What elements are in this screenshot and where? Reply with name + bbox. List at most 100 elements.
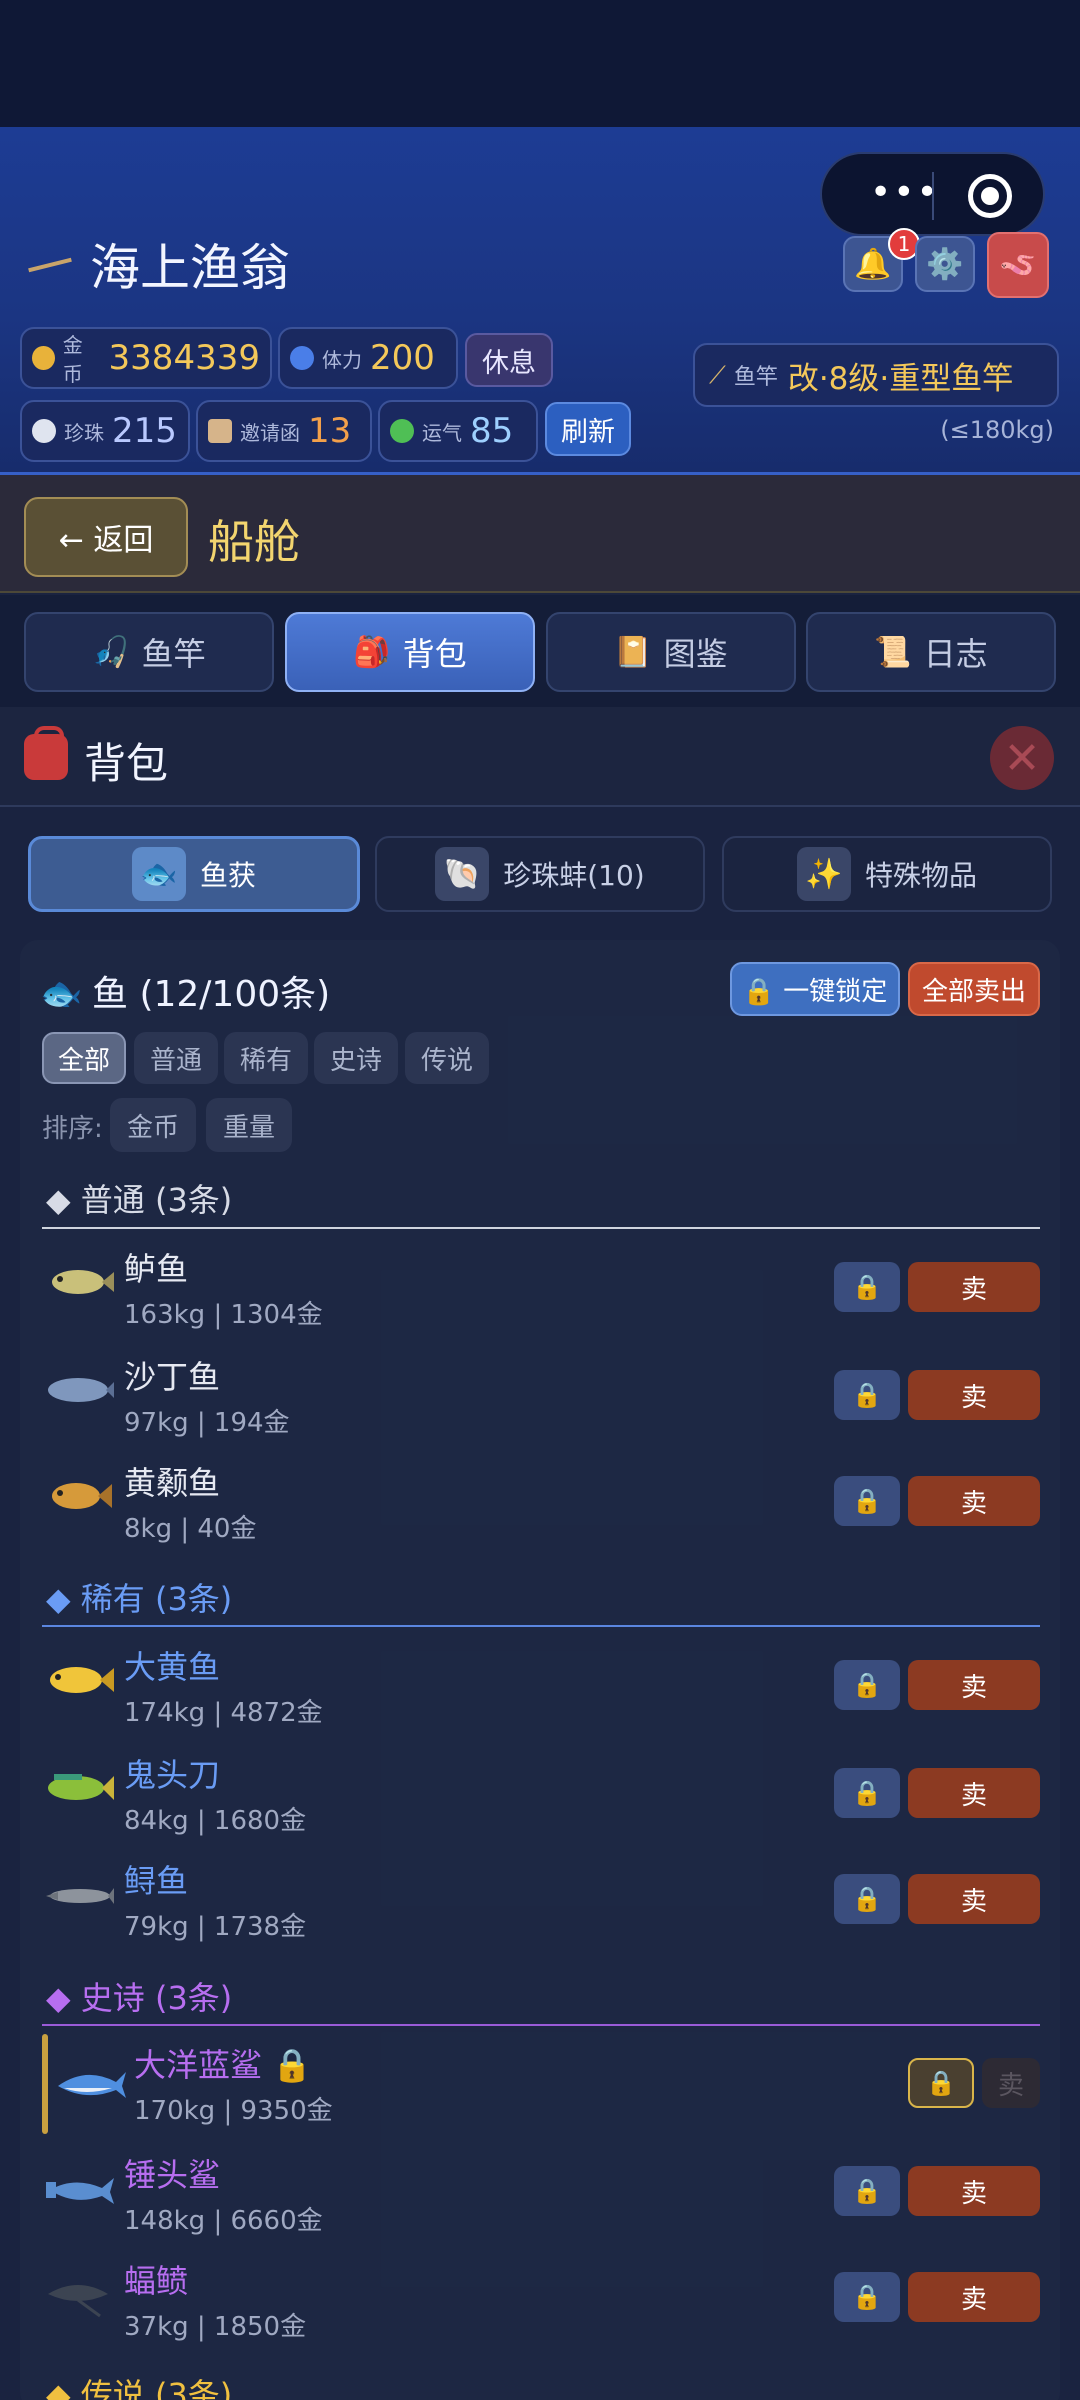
tab-log[interactable]: 📜 日志 xyxy=(806,612,1056,692)
more-dots-icon[interactable]: ••• xyxy=(870,172,940,213)
stamina-stat: 体力 200 xyxy=(278,327,458,389)
tab-rod[interactable]: 🎣 鱼竿 xyxy=(24,612,274,692)
filter-rare[interactable]: 稀有 xyxy=(224,1032,308,1084)
sturgeon-icon xyxy=(44,1874,114,1914)
lock-button[interactable]: 🔒 xyxy=(834,1874,900,1924)
gear-icon: ⚙️ xyxy=(926,246,964,282)
blue-shark-icon xyxy=(56,2062,126,2102)
fish-name: 沙丁鱼 xyxy=(124,1358,221,1396)
pearl-stat: 珍珠 215 xyxy=(20,400,190,462)
subtab-label: 珍珠蚌(10) xyxy=(503,859,645,892)
perch-icon xyxy=(44,1262,114,1302)
locked-indicator xyxy=(42,2034,48,2134)
backpack-icon xyxy=(24,726,68,780)
lock-icon: 🔒 xyxy=(852,1487,882,1515)
tab-backpack[interactable]: 🎒 背包 xyxy=(285,612,535,692)
fish-name: 鲈鱼 xyxy=(124,1250,189,1288)
yellow-catfish-icon xyxy=(44,1476,114,1516)
bait-button[interactable]: 🪱 xyxy=(987,232,1049,298)
fishing-rod-icon: 🎣 xyxy=(92,634,130,670)
fish-name: 锤头鲨 xyxy=(124,2156,221,2194)
lock-button-locked[interactable]: 🔒 xyxy=(908,2058,974,2108)
bell-icon: 🔔 xyxy=(854,246,892,282)
group-common-title: ◆ 普通 (3条) xyxy=(46,1181,233,1219)
page-title: 船舱 xyxy=(208,515,300,569)
lock-button[interactable]: 🔒 xyxy=(834,1476,900,1526)
lock-icon: 🔒 xyxy=(852,1885,882,1913)
filter-legendary[interactable]: 传说 xyxy=(405,1032,489,1084)
rod-info[interactable]: ⟋ 鱼竿 改·8级·重型鱼竿 xyxy=(693,343,1059,407)
settings-button[interactable]: ⚙️ xyxy=(915,236,975,292)
sell-button[interactable]: 卖 xyxy=(908,1262,1040,1312)
gold-stat: 金币 3384339 xyxy=(20,327,272,389)
manta-ray-icon xyxy=(44,2274,114,2318)
fish-name: 黄颡鱼 xyxy=(124,1464,221,1502)
lock-all-button[interactable]: 🔒 一键锁定 xyxy=(730,962,900,1016)
lock-button[interactable]: 🔒 xyxy=(834,2166,900,2216)
coin-icon xyxy=(32,346,55,370)
fish-icon: 🐟 xyxy=(131,847,186,901)
sell-all-button[interactable]: 全部卖出 xyxy=(908,962,1040,1016)
sell-button[interactable]: 卖 xyxy=(908,2166,1040,2216)
invite-value: 13 xyxy=(308,411,352,451)
sort-label: 排序: xyxy=(42,1114,103,1144)
lock-button[interactable]: 🔒 xyxy=(834,1768,900,1818)
rod-value: 改·8级·重型鱼竿 xyxy=(787,360,1014,397)
group-divider xyxy=(42,1625,1040,1627)
book-icon: 📔 xyxy=(614,634,652,670)
refresh-button[interactable]: 刷新 xyxy=(545,402,631,456)
filter-all[interactable]: 全部 xyxy=(42,1032,126,1084)
group-rare-title: ◆ 稀有 (3条) xyxy=(46,1580,233,1618)
rest-button[interactable]: 休息 xyxy=(465,333,553,387)
group-divider xyxy=(42,2024,1040,2026)
luck-value: 85 xyxy=(470,411,514,451)
close-button[interactable]: ✕ xyxy=(990,726,1054,790)
tab-label: 背包 xyxy=(402,635,467,673)
subtab-pearl-oyster[interactable]: 🐚 珍珠蚌(10) xyxy=(375,836,705,912)
lock-icon: 🔒 xyxy=(926,2069,956,2097)
fish-meta: 79kg | 1738金 xyxy=(124,1912,307,1942)
lock-icon: 🔒 xyxy=(852,2177,882,2205)
sell-button[interactable]: 卖 xyxy=(908,1660,1040,1710)
mini-program-capsule: ••• xyxy=(820,152,1045,236)
panel-title: 背包 xyxy=(84,739,169,788)
pearl-icon xyxy=(32,419,56,443)
filter-common[interactable]: 普通 xyxy=(134,1032,218,1084)
subtab-special-items[interactable]: ✨ 特殊物品 xyxy=(722,836,1052,912)
sell-button[interactable]: 卖 xyxy=(908,1768,1040,1818)
scroll-icon: 📜 xyxy=(874,634,912,670)
rod-capacity: (≤180kg) xyxy=(940,416,1054,444)
sell-button[interactable]: 卖 xyxy=(908,1370,1040,1420)
fish-meta: 174kg | 4872金 xyxy=(124,1698,323,1728)
shell-icon: 🐚 xyxy=(435,847,490,901)
gold-label: 金币 xyxy=(62,333,83,386)
filter-epic[interactable]: 史诗 xyxy=(314,1032,398,1084)
subtab-catch[interactable]: 🐟 鱼获 xyxy=(28,836,360,912)
fish-name: 大黄鱼 xyxy=(124,1648,221,1686)
lock-button[interactable]: 🔒 xyxy=(834,1370,900,1420)
tab-label: 日志 xyxy=(923,635,988,673)
mahi-mahi-icon xyxy=(44,1768,114,1808)
sort-gold-button[interactable]: 金币 xyxy=(110,1098,196,1152)
sell-button[interactable]: 卖 xyxy=(908,1476,1040,1526)
lock-icon: 🔒 xyxy=(852,1381,882,1409)
stamina-value: 200 xyxy=(370,338,435,378)
app-title-row: 海上渔翁 xyxy=(28,232,290,297)
sell-button-disabled[interactable]: 卖 xyxy=(982,2058,1040,2108)
back-button[interactable]: ← 返回 xyxy=(24,497,188,577)
sell-button[interactable]: 卖 xyxy=(908,2272,1040,2322)
backpack-icon: 🎒 xyxy=(353,634,391,670)
luck-stat: 运气 85 xyxy=(378,400,538,462)
fish-name: 鲟鱼 xyxy=(124,1862,189,1900)
invite-letter-icon xyxy=(208,419,232,443)
tab-collection[interactable]: 📔 图鉴 xyxy=(546,612,796,692)
invite-stat: 邀请函 13 xyxy=(196,400,372,462)
lock-button[interactable]: 🔒 xyxy=(834,2272,900,2322)
sort-weight-button[interactable]: 重量 xyxy=(206,1098,292,1152)
group-divider xyxy=(42,1227,1040,1229)
fishing-rod-icon: ⟋ xyxy=(709,361,726,389)
lock-button[interactable]: 🔒 xyxy=(834,1262,900,1312)
sell-button[interactable]: 卖 xyxy=(908,1874,1040,1924)
target-icon[interactable] xyxy=(968,174,1012,218)
lock-button[interactable]: 🔒 xyxy=(834,1660,900,1710)
